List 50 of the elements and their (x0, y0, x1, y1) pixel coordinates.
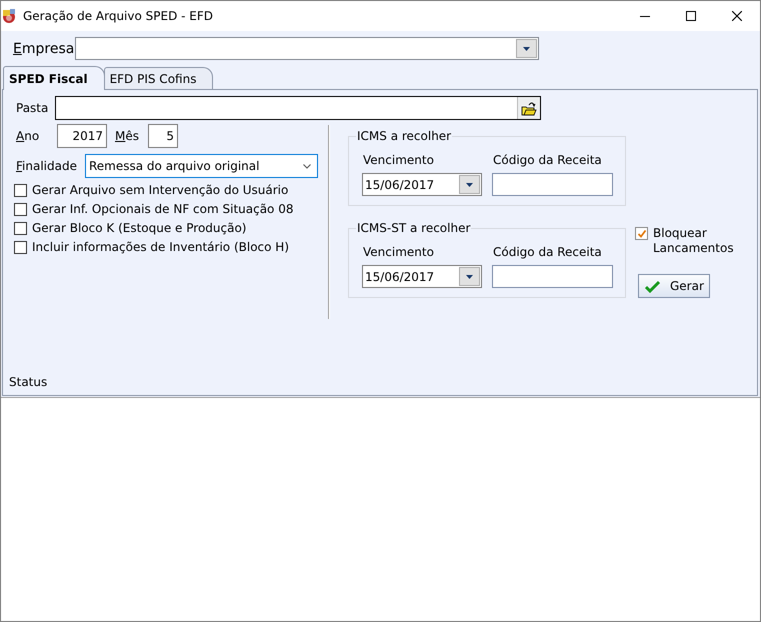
checkbox[interactable] (14, 203, 27, 216)
field-label: Código da Receita (493, 245, 603, 260)
generate-button[interactable]: Gerar (638, 274, 710, 298)
month-field[interactable]: 5 (148, 124, 178, 148)
checkmark-icon (645, 280, 660, 292)
checkbox[interactable] (14, 222, 27, 235)
field-label: Pasta (16, 101, 50, 115)
field-label: Código da Receita (493, 153, 603, 168)
checkbox-label: Incluir informações de Inventário (Bloco H) (32, 240, 290, 255)
field-label: Empresa (13, 40, 75, 56)
status-label: Status (9, 375, 48, 389)
caret-icon (466, 274, 473, 278)
dropdown-value: Remessa do arquivo original (89, 159, 260, 173)
caret-icon (523, 46, 530, 50)
dropdown-button[interactable] (459, 267, 480, 286)
date-field[interactable]: 15/06/2017 (362, 173, 482, 196)
field-value: 5 (166, 129, 174, 143)
window-title: Geração de Arquivo SPED - EFD (23, 9, 214, 23)
checkbox-label: Bloquear Lancamentos (653, 226, 733, 256)
checkbox-label: Gerar Bloco K (Estoque e Produção) (32, 221, 246, 236)
field-label: Vencimento (363, 245, 435, 260)
input-field[interactable] (492, 173, 613, 196)
year-field[interactable]: 2017 (57, 124, 107, 148)
date-value: 15/06/2017 (365, 178, 434, 192)
checkbox-label: Gerar Arquivo sem Intervenção do Usuário (32, 183, 288, 198)
tab[interactable]: SPED Fiscal (3, 66, 105, 90)
folder-icon (521, 100, 537, 116)
caret-icon (466, 182, 473, 186)
input-field[interactable] (492, 265, 613, 288)
close-icon (732, 11, 742, 21)
checkbox[interactable] (14, 241, 27, 254)
company-dropdown[interactable] (75, 37, 539, 60)
checkbox-label: Gerar Inf. Opcionais de NF com Situação 08 (32, 202, 294, 217)
chevron-icon (303, 164, 311, 168)
checkbox[interactable] (635, 227, 648, 240)
date-field[interactable]: 15/06/2017 (362, 265, 482, 288)
maximize-icon (686, 11, 696, 21)
dropdown-button[interactable] (459, 175, 480, 194)
folder-field[interactable] (55, 96, 541, 120)
field-label: Finalidade (16, 159, 78, 173)
purpose-dropdown[interactable]: Remessa do arquivo original (85, 154, 318, 178)
checkbox[interactable] (14, 184, 27, 197)
field-label: Mês (115, 129, 140, 143)
field-label: Vencimento (363, 153, 435, 168)
browse-button[interactable] (517, 97, 540, 119)
field-value: 2017 (72, 129, 103, 143)
field-label: Ano (16, 129, 40, 143)
tab[interactable]: EFD PIS Cofins (104, 67, 214, 89)
dropdown-button[interactable] (516, 39, 537, 58)
date-value: 15/06/2017 (365, 270, 434, 284)
